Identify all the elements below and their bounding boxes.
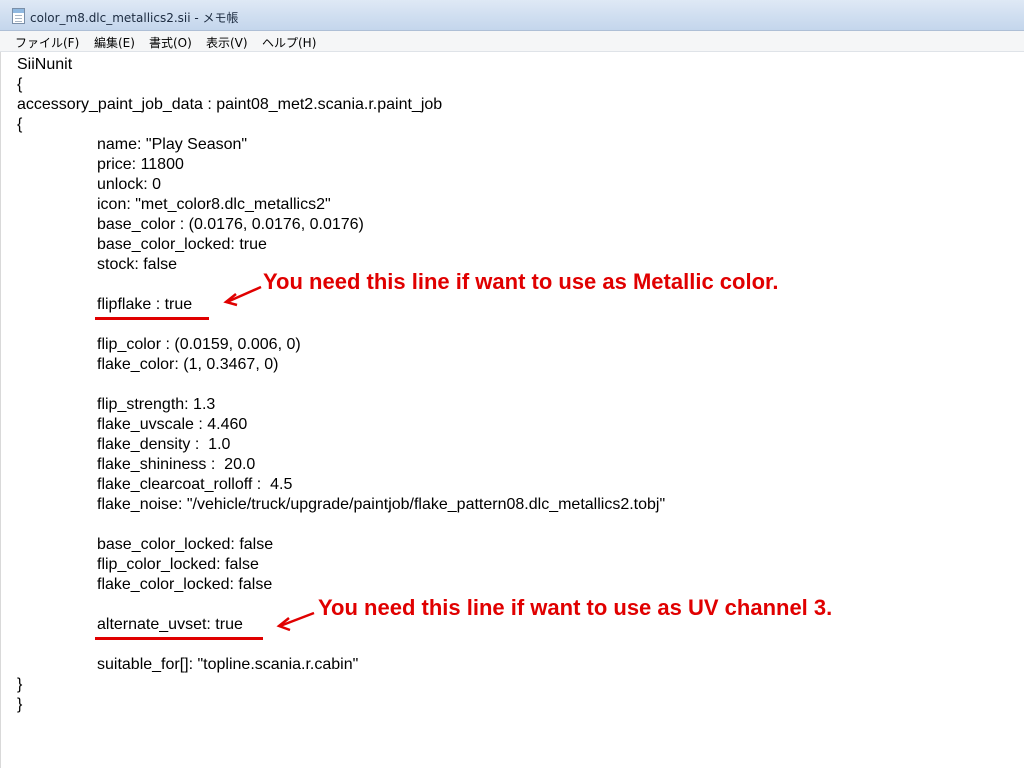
code-line: { bbox=[17, 76, 23, 93]
code-line: } bbox=[17, 696, 23, 713]
text-editor-area[interactable]: SiiNunit { accessory_paint_job_data : pa… bbox=[0, 52, 1024, 768]
code-line: flake_noise: "/vehicle/truck/upgrade/pai… bbox=[97, 496, 666, 513]
menu-edit[interactable]: 編集(E) bbox=[94, 34, 135, 51]
code-line: flake_shininess : 20.0 bbox=[97, 456, 256, 473]
code-line: flake_density : 1.0 bbox=[97, 436, 231, 453]
notepad-icon bbox=[12, 8, 25, 24]
code-line: { bbox=[17, 116, 23, 133]
code-line: flake_uvscale : 4.460 bbox=[97, 416, 248, 433]
code-line: flip_color_locked: false bbox=[97, 556, 259, 573]
menu-format[interactable]: 書式(O) bbox=[149, 34, 192, 51]
menu-help[interactable]: ヘルプ(H) bbox=[262, 34, 316, 51]
annotation-uv: You need this line if want to use as UV … bbox=[318, 595, 833, 620]
code-line: icon: "met_color8.dlc_metallics2" bbox=[97, 196, 331, 213]
code-line: base_color_locked: true bbox=[97, 236, 267, 253]
code-line: suitable_for[]: "topline.scania.r.cabin" bbox=[97, 656, 359, 673]
code-line: flip_color : (0.0159, 0.006, 0) bbox=[97, 336, 301, 353]
menu-file[interactable]: ファイル(F) bbox=[15, 34, 79, 51]
arrow-icon bbox=[223, 285, 262, 307]
title-bar[interactable]: color_m8.dlc_metallics2.sii - メモ帳 bbox=[0, 0, 1024, 31]
window-title: color_m8.dlc_metallics2.sii - メモ帳 bbox=[30, 11, 239, 25]
code-line-flipflake: flipflake : true bbox=[97, 296, 193, 313]
code-line: base_color_locked: false bbox=[97, 536, 274, 553]
code-line: SiiNunit bbox=[17, 56, 73, 73]
code-line: accessory_paint_job_data : paint08_met2.… bbox=[17, 96, 443, 113]
highlight-underline bbox=[95, 637, 263, 640]
code-line: price: 11800 bbox=[97, 156, 184, 173]
code-line: } bbox=[17, 676, 23, 693]
code-line: flake_clearcoat_rolloff : 4.5 bbox=[97, 476, 293, 493]
code-line: stock: false bbox=[97, 256, 178, 273]
code-line: flake_color_locked: false bbox=[97, 576, 273, 593]
highlight-underline bbox=[95, 317, 209, 320]
menu-view[interactable]: 表示(V) bbox=[206, 34, 248, 51]
notepad-window: color_m8.dlc_metallics2.sii - メモ帳 ファイル(F… bbox=[0, 0, 1024, 768]
code-line: flake_color: (1, 0.3467, 0) bbox=[97, 356, 279, 373]
code-line: flip_strength: 1.3 bbox=[97, 396, 216, 413]
code-line: base_color : (0.0176, 0.0176, 0.0176) bbox=[97, 216, 364, 233]
menu-bar: ファイル(F) 編集(E) 書式(O) 表示(V) ヘルプ(H) bbox=[0, 31, 1024, 52]
code-line: unlock: 0 bbox=[97, 176, 162, 193]
code-line: name: "Play Season" bbox=[97, 136, 248, 153]
code-line-alternate-uvset: alternate_uvset: true bbox=[97, 616, 243, 633]
arrow-icon bbox=[276, 611, 315, 632]
annotation-metallic: You need this line if want to use as Met… bbox=[263, 269, 779, 294]
